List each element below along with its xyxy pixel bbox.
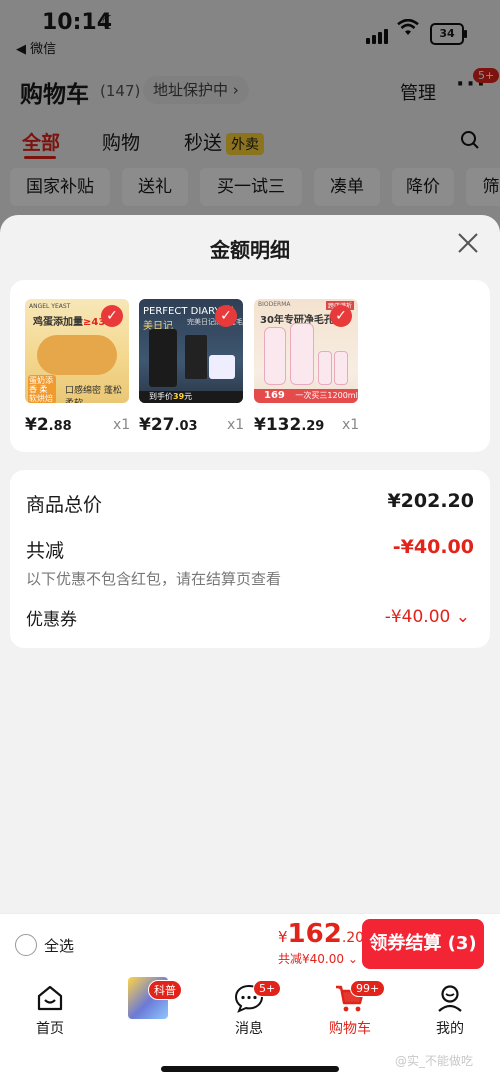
product-caption: 口感绵密 蓬松柔软	[65, 386, 122, 403]
close-icon[interactable]	[454, 229, 482, 257]
total-discount[interactable]: 共减¥40.00 ⌄	[278, 950, 358, 967]
sheet-title: 金额明细	[210, 238, 290, 262]
product-image: ANGEL YEAST 鸡蛋添加量≥43 蛋奶添香 柔软烘焙 口感绵密 蓬松柔软…	[25, 299, 129, 403]
total-symbol: ¥	[278, 928, 288, 946]
tab-label: 消息	[235, 1021, 263, 1037]
tab-label: 首页	[36, 1021, 64, 1037]
caption-text: 一次买三1200ml	[295, 391, 358, 400]
bottle-illustration	[264, 327, 286, 385]
checkout-button[interactable]: 领券结算 (3)	[362, 919, 484, 969]
product-qty: x1	[227, 417, 245, 433]
product-item[interactable]: ANGEL YEAST 鸡蛋添加量≥43 蛋奶添香 柔软烘焙 口感绵密 蓬松柔软…	[25, 299, 135, 435]
selected-check-icon[interactable]: ✓	[215, 305, 237, 327]
home-indicator	[161, 1066, 339, 1072]
product-price: ¥2.88	[25, 415, 72, 435]
total-value: ¥202.20	[387, 490, 474, 512]
tab-label: 我的	[436, 1021, 464, 1037]
price-dec: .88	[48, 419, 72, 434]
product-brand: BIODERMA	[258, 301, 291, 308]
mascara-illustration	[149, 329, 177, 387]
select-all-radio[interactable]	[15, 934, 37, 956]
price-dec: .03	[174, 419, 198, 434]
price-int: ¥2	[25, 415, 49, 435]
discount-note: 以下优惠不包含红包，请在结算页查看	[26, 570, 282, 588]
select-all-label[interactable]: 全选	[44, 935, 74, 956]
product-brand: PERFECT DIARY	[143, 306, 221, 317]
product-qty: x1	[342, 417, 360, 433]
tab-home[interactable]: 首页	[10, 978, 90, 1038]
coupon-label: 优惠券	[26, 610, 77, 630]
total-dec: .20	[341, 930, 365, 946]
coupon-amount: -¥40.00	[384, 607, 451, 627]
bottle-illustration	[290, 323, 314, 385]
product-brand: ANGEL YEAST	[29, 303, 71, 310]
summary-card: 商品总价 ¥202.20 共减 -¥40.00 以下优惠不包含红包，请在结算页查…	[10, 470, 490, 648]
selected-check-icon[interactable]: ✓	[101, 305, 123, 327]
chevron-down-icon: ⌄	[347, 952, 358, 966]
product-image: PERFECT DIARY 完美日记 完美日记防晕睫毛膏 到手价39元 ✓	[139, 299, 243, 403]
total-discount-text: 共减¥40.00	[278, 952, 344, 966]
messages-badge: 5+	[253, 980, 282, 997]
bottle-illustration	[334, 351, 348, 385]
caption-unit: 元	[184, 392, 193, 401]
profile-icon	[410, 978, 490, 1018]
price-int: ¥27	[139, 415, 175, 435]
tab-label: 购物车	[329, 1021, 371, 1037]
chevron-down-icon: ⌄	[455, 607, 470, 627]
total-int: 162	[287, 919, 342, 949]
tab-profile[interactable]: 我的	[410, 978, 490, 1038]
bread-illustration	[37, 335, 117, 375]
product-qty: x1	[113, 417, 131, 433]
cart-badge: 99+	[350, 980, 386, 997]
coupon-value[interactable]: -¥40.00 ⌄	[385, 607, 470, 627]
product-item[interactable]: BIODERMA 跨店满折 30年专研净毛孔 一 169 一次买三1200ml …	[254, 299, 364, 435]
product-image: BIODERMA 跨店满折 30年专研净毛孔 一 169 一次买三1200ml …	[254, 299, 358, 403]
product-price: ¥132.29	[254, 415, 324, 435]
product-badge: 蛋奶添香 柔软烘焙	[28, 375, 56, 403]
caption-left: 到手价	[149, 392, 173, 401]
tab-messages[interactable]: 消息 5+	[209, 978, 289, 1038]
product-price: ¥27.03	[139, 415, 198, 435]
discount-value: -¥40.00	[392, 536, 474, 558]
bottle-illustration	[318, 351, 332, 385]
total-label: 商品总价	[26, 494, 103, 516]
caption-price: 169	[264, 390, 285, 401]
price-int: ¥132	[254, 415, 302, 435]
cup-illustration	[209, 355, 235, 379]
selected-check-icon[interactable]: ✓	[330, 305, 352, 327]
tab-kepu[interactable]: 科普	[108, 977, 188, 1019]
total-price: ¥162.20	[278, 919, 364, 949]
caption-price: 39	[173, 392, 185, 401]
watermark: @实_不能做吃	[395, 1054, 474, 1068]
box-illustration	[185, 335, 207, 379]
home-icon	[10, 978, 90, 1018]
kepu-badge: 科普	[148, 980, 182, 1000]
products-card: ANGEL YEAST 鸡蛋添加量≥43 蛋奶添香 柔软烘焙 口感绵密 蓬松柔软…	[10, 280, 490, 452]
price-dec: .29	[301, 419, 325, 434]
tab-cart[interactable]: 购物车 99+	[310, 978, 390, 1038]
discount-label: 共减	[26, 540, 65, 562]
product-tag: 鸡蛋添加量	[33, 317, 83, 328]
checkout-bar: 全选 ¥162.20 共减¥40.00 ⌄ 领券结算 (3)	[0, 913, 500, 974]
product-item[interactable]: PERFECT DIARY 完美日记 完美日记防晕睫毛膏 到手价39元 ✓ ¥2…	[139, 299, 249, 435]
